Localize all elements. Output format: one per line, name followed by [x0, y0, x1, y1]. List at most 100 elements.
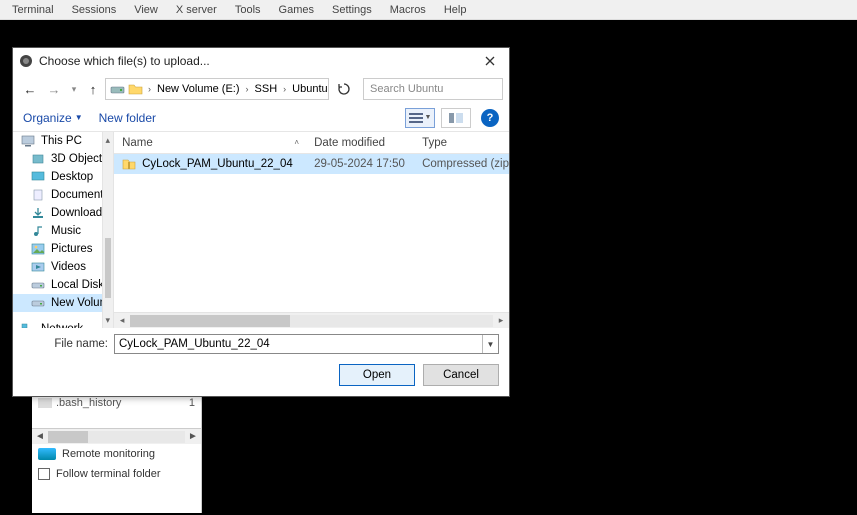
navpane-label: Pictures: [51, 243, 93, 255]
navpane-music[interactable]: Music: [13, 222, 102, 240]
remote-monitoring-label: Remote monitoring: [62, 448, 155, 460]
sort-caret-icon: ˄: [294, 138, 299, 147]
navpane-3d-objects[interactable]: 3D Objects: [13, 150, 102, 168]
menu-games[interactable]: Games: [271, 2, 322, 18]
scroll-up-icon[interactable]: ▴: [103, 132, 114, 148]
scroll-down-icon[interactable]: ▾: [103, 312, 114, 328]
file-type: Compressed (zip: [414, 158, 509, 170]
preview-pane-button[interactable]: [441, 108, 471, 128]
desktop-icon: [31, 171, 45, 183]
breadcrumb-seg[interactable]: New Volume (E:): [153, 83, 244, 95]
menu-terminal[interactable]: Terminal: [4, 2, 62, 18]
up-button[interactable]: ↑: [83, 78, 103, 100]
nav-row: ← → ▾ ↑ › New Volume (E:) › SSH › Ubuntu…: [13, 74, 509, 104]
folder-icon: [128, 82, 144, 96]
zip-folder-icon: [122, 157, 136, 171]
file-icon: [38, 398, 52, 408]
scroll-track[interactable]: [130, 315, 493, 327]
breadcrumb-seg[interactable]: SSH: [251, 83, 282, 95]
menu-sessions[interactable]: Sessions: [64, 2, 125, 18]
videos-icon: [31, 261, 45, 273]
search-placeholder: Search Ubuntu: [370, 83, 443, 95]
sftp-row[interactable]: .bash_history 1: [38, 396, 195, 410]
navpane-downloads[interactable]: Downloads: [13, 204, 102, 222]
downloads-icon: [31, 207, 45, 219]
app-menubar: Terminal Sessions View X server Tools Ga…: [0, 0, 857, 20]
col-date[interactable]: Date modified: [306, 132, 414, 153]
view-mode-button[interactable]: ▼: [405, 108, 435, 128]
navpane-pictures[interactable]: Pictures: [13, 240, 102, 258]
documents-icon: [31, 189, 45, 201]
file-name: CyLock_PAM_Ubuntu_22_04: [142, 158, 293, 170]
navpane-label: New Volume (E:): [51, 297, 102, 309]
filename-input[interactable]: [115, 335, 498, 353]
navpane-this-pc[interactable]: This PC: [13, 132, 102, 150]
follow-folder-label: Follow terminal folder: [56, 468, 161, 480]
folder-icon: [31, 153, 45, 165]
remote-monitoring-row[interactable]: Remote monitoring: [32, 444, 201, 464]
bottom-area: File name: ▼ Open Cancel: [13, 328, 509, 396]
filename-label: File name:: [23, 338, 108, 350]
navpane-vscroll[interactable]: ▴ ▾: [102, 132, 115, 328]
navpane-label: 3D Objects: [51, 153, 102, 165]
chevron-down-icon: ▼: [75, 113, 83, 122]
toolbar: Organize ▼ New folder ▼ ?: [13, 104, 509, 132]
navpane-documents[interactable]: Documents: [13, 186, 102, 204]
address-bar[interactable]: › New Volume (E:) › SSH › Ubuntu ▾: [105, 78, 329, 100]
drive-icon: [31, 297, 45, 309]
col-name[interactable]: Name˄: [114, 132, 306, 153]
scroll-left-icon[interactable]: ◄: [32, 431, 48, 442]
menu-help[interactable]: Help: [436, 2, 475, 18]
scroll-thumb[interactable]: [105, 238, 112, 298]
follow-folder-row[interactable]: Follow terminal folder: [32, 464, 201, 484]
file-row[interactable]: CyLock_PAM_Ubuntu_22_04 29-05-2024 17:50…: [114, 154, 509, 174]
search-input[interactable]: Search Ubuntu: [363, 78, 503, 100]
scroll-track[interactable]: [103, 148, 114, 312]
filename-dropdown[interactable]: ▼: [482, 335, 498, 353]
new-folder-button[interactable]: New folder: [99, 111, 156, 125]
navpane-label: Documents: [51, 189, 102, 201]
navpane-new-volume[interactable]: New Volume (E:): [13, 294, 102, 312]
monitor-icon: [38, 448, 56, 460]
drive-icon: [31, 279, 45, 291]
breadcrumb-seg[interactable]: Ubuntu: [288, 83, 329, 95]
file-pane: Name˄ Date modified Type CyLock_PAM_Ubun…: [114, 132, 509, 328]
follow-folder-checkbox[interactable]: [38, 468, 50, 480]
help-button[interactable]: ?: [481, 109, 499, 127]
back-button[interactable]: ←: [19, 78, 41, 100]
sftp-hscroll[interactable]: ◄ ►: [32, 428, 201, 444]
menu-tools[interactable]: Tools: [227, 2, 269, 18]
pictures-icon: [31, 243, 45, 255]
outer-frame: .bashrc 3 .bash_logout 1 .bash_history 1…: [0, 20, 857, 515]
navpane-label: Downloads: [51, 207, 102, 219]
col-type[interactable]: Type: [414, 132, 484, 153]
history-dropdown[interactable]: ▾: [67, 84, 81, 95]
nav-pane: This PC 3D Objects Desktop Documents Dow…: [13, 132, 102, 328]
navpane-local-disk[interactable]: Local Disk (C:): [13, 276, 102, 294]
scroll-left-icon[interactable]: ◂: [114, 315, 130, 326]
column-header: Name˄ Date modified Type: [114, 132, 509, 154]
open-button[interactable]: Open: [339, 364, 415, 386]
refresh-button[interactable]: [333, 78, 355, 100]
cancel-button[interactable]: Cancel: [423, 364, 499, 386]
mid-area: This PC 3D Objects Desktop Documents Dow…: [13, 132, 509, 328]
navpane-videos[interactable]: Videos: [13, 258, 102, 276]
scroll-track[interactable]: [48, 431, 185, 443]
navpane-desktop[interactable]: Desktop: [13, 168, 102, 186]
scroll-right-icon[interactable]: ▸: [493, 315, 509, 326]
menu-view[interactable]: View: [126, 2, 166, 18]
forward-button: →: [43, 78, 65, 100]
close-button[interactable]: [477, 50, 503, 72]
menu-xserver[interactable]: X server: [168, 2, 225, 18]
filename-combo[interactable]: ▼: [114, 334, 499, 354]
file-hscroll[interactable]: ◂ ▸: [114, 312, 509, 328]
navpane-network[interactable]: Network: [13, 320, 102, 328]
menu-settings[interactable]: Settings: [324, 2, 380, 18]
scroll-thumb[interactable]: [130, 315, 290, 327]
scroll-thumb[interactable]: [48, 431, 88, 443]
organize-label: Organize: [23, 111, 72, 125]
organize-menu[interactable]: Organize ▼: [23, 111, 83, 125]
menu-macros[interactable]: Macros: [382, 2, 434, 18]
scroll-right-icon[interactable]: ►: [185, 431, 201, 442]
app-icon: [19, 54, 33, 68]
